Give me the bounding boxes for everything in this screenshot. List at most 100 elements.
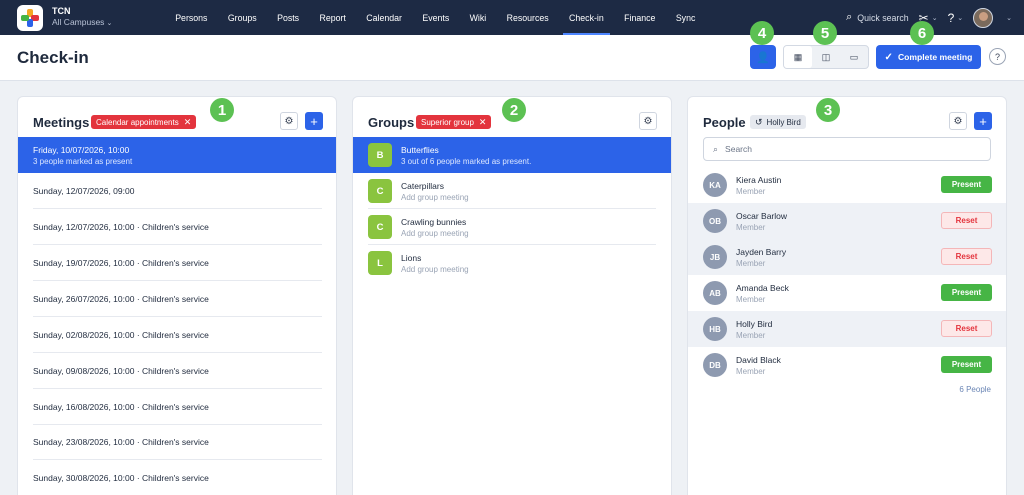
group-name: Lions (401, 252, 422, 263)
callout-2: 2 (502, 98, 526, 122)
help-menu[interactable]: ? ⌄ (948, 11, 964, 25)
history-chip[interactable]: ↺ Holly Bird (750, 115, 806, 129)
group-status: 3 out of 6 people marked as present. (401, 156, 532, 166)
meetings-title: Meetings (33, 115, 90, 130)
groups-filter-chip[interactable]: Superior group ✕ (416, 115, 492, 129)
meeting-item[interactable]: Sunday, 30/08/2026, 10:00 · Children's s… (18, 460, 336, 495)
undo-icon: ↺ (755, 116, 763, 127)
window-icon: ▭ (849, 51, 859, 62)
people-panel: People ↺ Holly Bird ⚙ + ⌕ KA Kiera Austi… (687, 96, 1007, 495)
nav-item-finance[interactable]: Finance (614, 0, 666, 35)
meeting-subtitle: 3 people marked as present (33, 156, 133, 166)
avatar: DB (703, 353, 727, 377)
person-row[interactable]: AB Amanda Beck Member Present (688, 275, 1006, 311)
top-navigation: TCN All Campuses ⌄ Persons Groups Posts R… (0, 0, 1024, 35)
meeting-item[interactable]: Sunday, 12/07/2026, 10:00 · Children's s… (18, 209, 336, 245)
groups-title: Groups (368, 115, 415, 130)
nav-item-groups[interactable]: Groups (218, 0, 267, 35)
plus-icon: + (310, 113, 318, 129)
meeting-item[interactable]: Sunday, 19/07/2026, 10:00 · Children's s… (18, 245, 336, 281)
history-chip-label: Holly Bird (766, 117, 801, 127)
person-role: Member (736, 294, 766, 304)
meeting-title: Sunday, 23/08/2026, 10:00 · Children's s… (33, 437, 209, 447)
meetings-settings-button[interactable]: ⚙ (280, 112, 298, 130)
nav-item-wiki[interactable]: Wiki (459, 0, 496, 35)
people-search[interactable]: ⌕ (703, 137, 991, 161)
group-item[interactable]: C Caterpillars Add group meeting (353, 173, 671, 209)
check-in-person-button[interactable]: 👤 (750, 45, 776, 69)
view-grid-button[interactable]: ▦ (784, 46, 812, 68)
callout-1: 1 (210, 98, 234, 122)
meeting-item[interactable]: Sunday, 23/08/2026, 10:00 · Children's s… (18, 424, 336, 460)
meeting-item[interactable]: Sunday, 12/07/2026, 09:00 (18, 173, 336, 209)
groups-settings-button[interactable]: ⚙ (639, 112, 657, 130)
meeting-title: Sunday, 16/08/2026, 10:00 · Children's s… (33, 402, 209, 412)
nav-item-check-in[interactable]: Check-in (559, 0, 614, 35)
present-button[interactable]: Present (941, 176, 992, 193)
person-row[interactable]: OB Oscar Barlow Member Reset (688, 203, 1006, 239)
meetings-filter-chip[interactable]: Calendar appointments ✕ (91, 115, 197, 129)
meeting-item[interactable]: Sunday, 26/07/2026, 10:00 · Children's s… (18, 281, 336, 317)
callout-5: 5 (813, 21, 837, 45)
complete-meeting-button[interactable]: ✓ Complete meeting (876, 45, 981, 69)
avatar: JB (703, 245, 727, 269)
meeting-title: Sunday, 09/08/2026, 10:00 · Children's s… (33, 366, 209, 376)
reset-button[interactable]: Reset (941, 320, 992, 337)
reset-button[interactable]: Reset (941, 248, 992, 265)
group-badge: C (368, 215, 392, 239)
meeting-item[interactable]: Sunday, 09/08/2026, 10:00 · Children's s… (18, 353, 336, 389)
group-badge: L (368, 251, 392, 275)
user-avatar[interactable] (973, 7, 994, 28)
person-row[interactable]: KA Kiera Austin Member Present (688, 167, 1006, 203)
add-person-button[interactable]: + (974, 112, 992, 130)
nav-item-events[interactable]: Events (412, 0, 459, 35)
person-row[interactable]: DB David Black Member Present (688, 347, 1006, 383)
nav-item-calendar[interactable]: Calendar (356, 0, 412, 35)
chevron-down-icon: ⌄ (1006, 14, 1012, 22)
present-button[interactable]: Present (941, 356, 992, 373)
page-header: Check-in 👤 ▦ ◫ ▭ ✓ Complete meeting ? (0, 35, 1024, 81)
campus-selector[interactable]: All Campuses ⌄ (52, 17, 112, 29)
close-icon[interactable]: ✕ (184, 117, 192, 128)
gear-icon: ⚙ (284, 115, 294, 127)
quick-search[interactable]: ⌕ Quick search (846, 11, 909, 24)
brand[interactable]: TCN All Campuses ⌄ (0, 4, 165, 31)
meeting-title: Sunday, 26/07/2026, 10:00 · Children's s… (33, 294, 209, 304)
nav-item-sync[interactable]: Sync (666, 0, 706, 35)
avatar: KA (703, 173, 727, 197)
present-button[interactable]: Present (941, 284, 992, 301)
view-columns-button[interactable]: ◫ (812, 46, 840, 68)
person-name: David Black (736, 354, 781, 365)
group-item[interactable]: L Lions Add group meeting (353, 245, 671, 281)
nav-item-persons[interactable]: Persons (165, 0, 218, 35)
meeting-title: Sunday, 02/08/2026, 10:00 · Children's s… (33, 330, 209, 340)
meeting-item[interactable]: Sunday, 16/08/2026, 10:00 · Children's s… (18, 389, 336, 425)
add-meeting-button[interactable]: + (305, 112, 323, 130)
people-settings-button[interactable]: ⚙ (949, 112, 967, 130)
groups-panel: Groups Superior group ✕ ⚙ B Butterflies … (352, 96, 672, 495)
add-group-meeting-link[interactable]: Add group meeting (401, 193, 469, 202)
add-group-meeting-link[interactable]: Add group meeting (401, 229, 469, 238)
nav-item-resources[interactable]: Resources (496, 0, 558, 35)
group-item[interactable]: C Crawling bunnies Add group meeting (353, 209, 671, 245)
nav-item-posts[interactable]: Posts (267, 0, 309, 35)
nav-item-report[interactable]: Report (309, 0, 356, 35)
reset-button[interactable]: Reset (941, 212, 992, 229)
people-search-input[interactable] (725, 144, 966, 154)
close-icon[interactable]: ✕ (479, 117, 487, 128)
meeting-item[interactable]: Sunday, 02/08/2026, 10:00 · Children's s… (18, 317, 336, 353)
view-single-button[interactable]: ▭ (840, 46, 868, 68)
group-badge: B (368, 143, 392, 167)
group-item[interactable]: B Butterflies 3 out of 6 people marked a… (353, 137, 671, 173)
person-row[interactable]: HB Holly Bird Member Reset (688, 311, 1006, 347)
check-icon: ✓ (884, 51, 893, 63)
group-name: Crawling bunnies (401, 216, 467, 227)
org-name: TCN (52, 6, 71, 16)
meeting-item[interactable]: Friday, 10/07/2026, 10:00 3 people marke… (18, 137, 336, 173)
person-name: Kiera Austin (736, 174, 782, 185)
add-group-meeting-link[interactable]: Add group meeting (401, 265, 469, 274)
complete-meeting-label: Complete meeting (897, 52, 973, 62)
help-button[interactable]: ? (989, 48, 1006, 65)
user-menu-chevron[interactable]: ⌄ (1003, 14, 1012, 22)
person-row[interactable]: JB Jayden Barry Member Reset (688, 239, 1006, 275)
